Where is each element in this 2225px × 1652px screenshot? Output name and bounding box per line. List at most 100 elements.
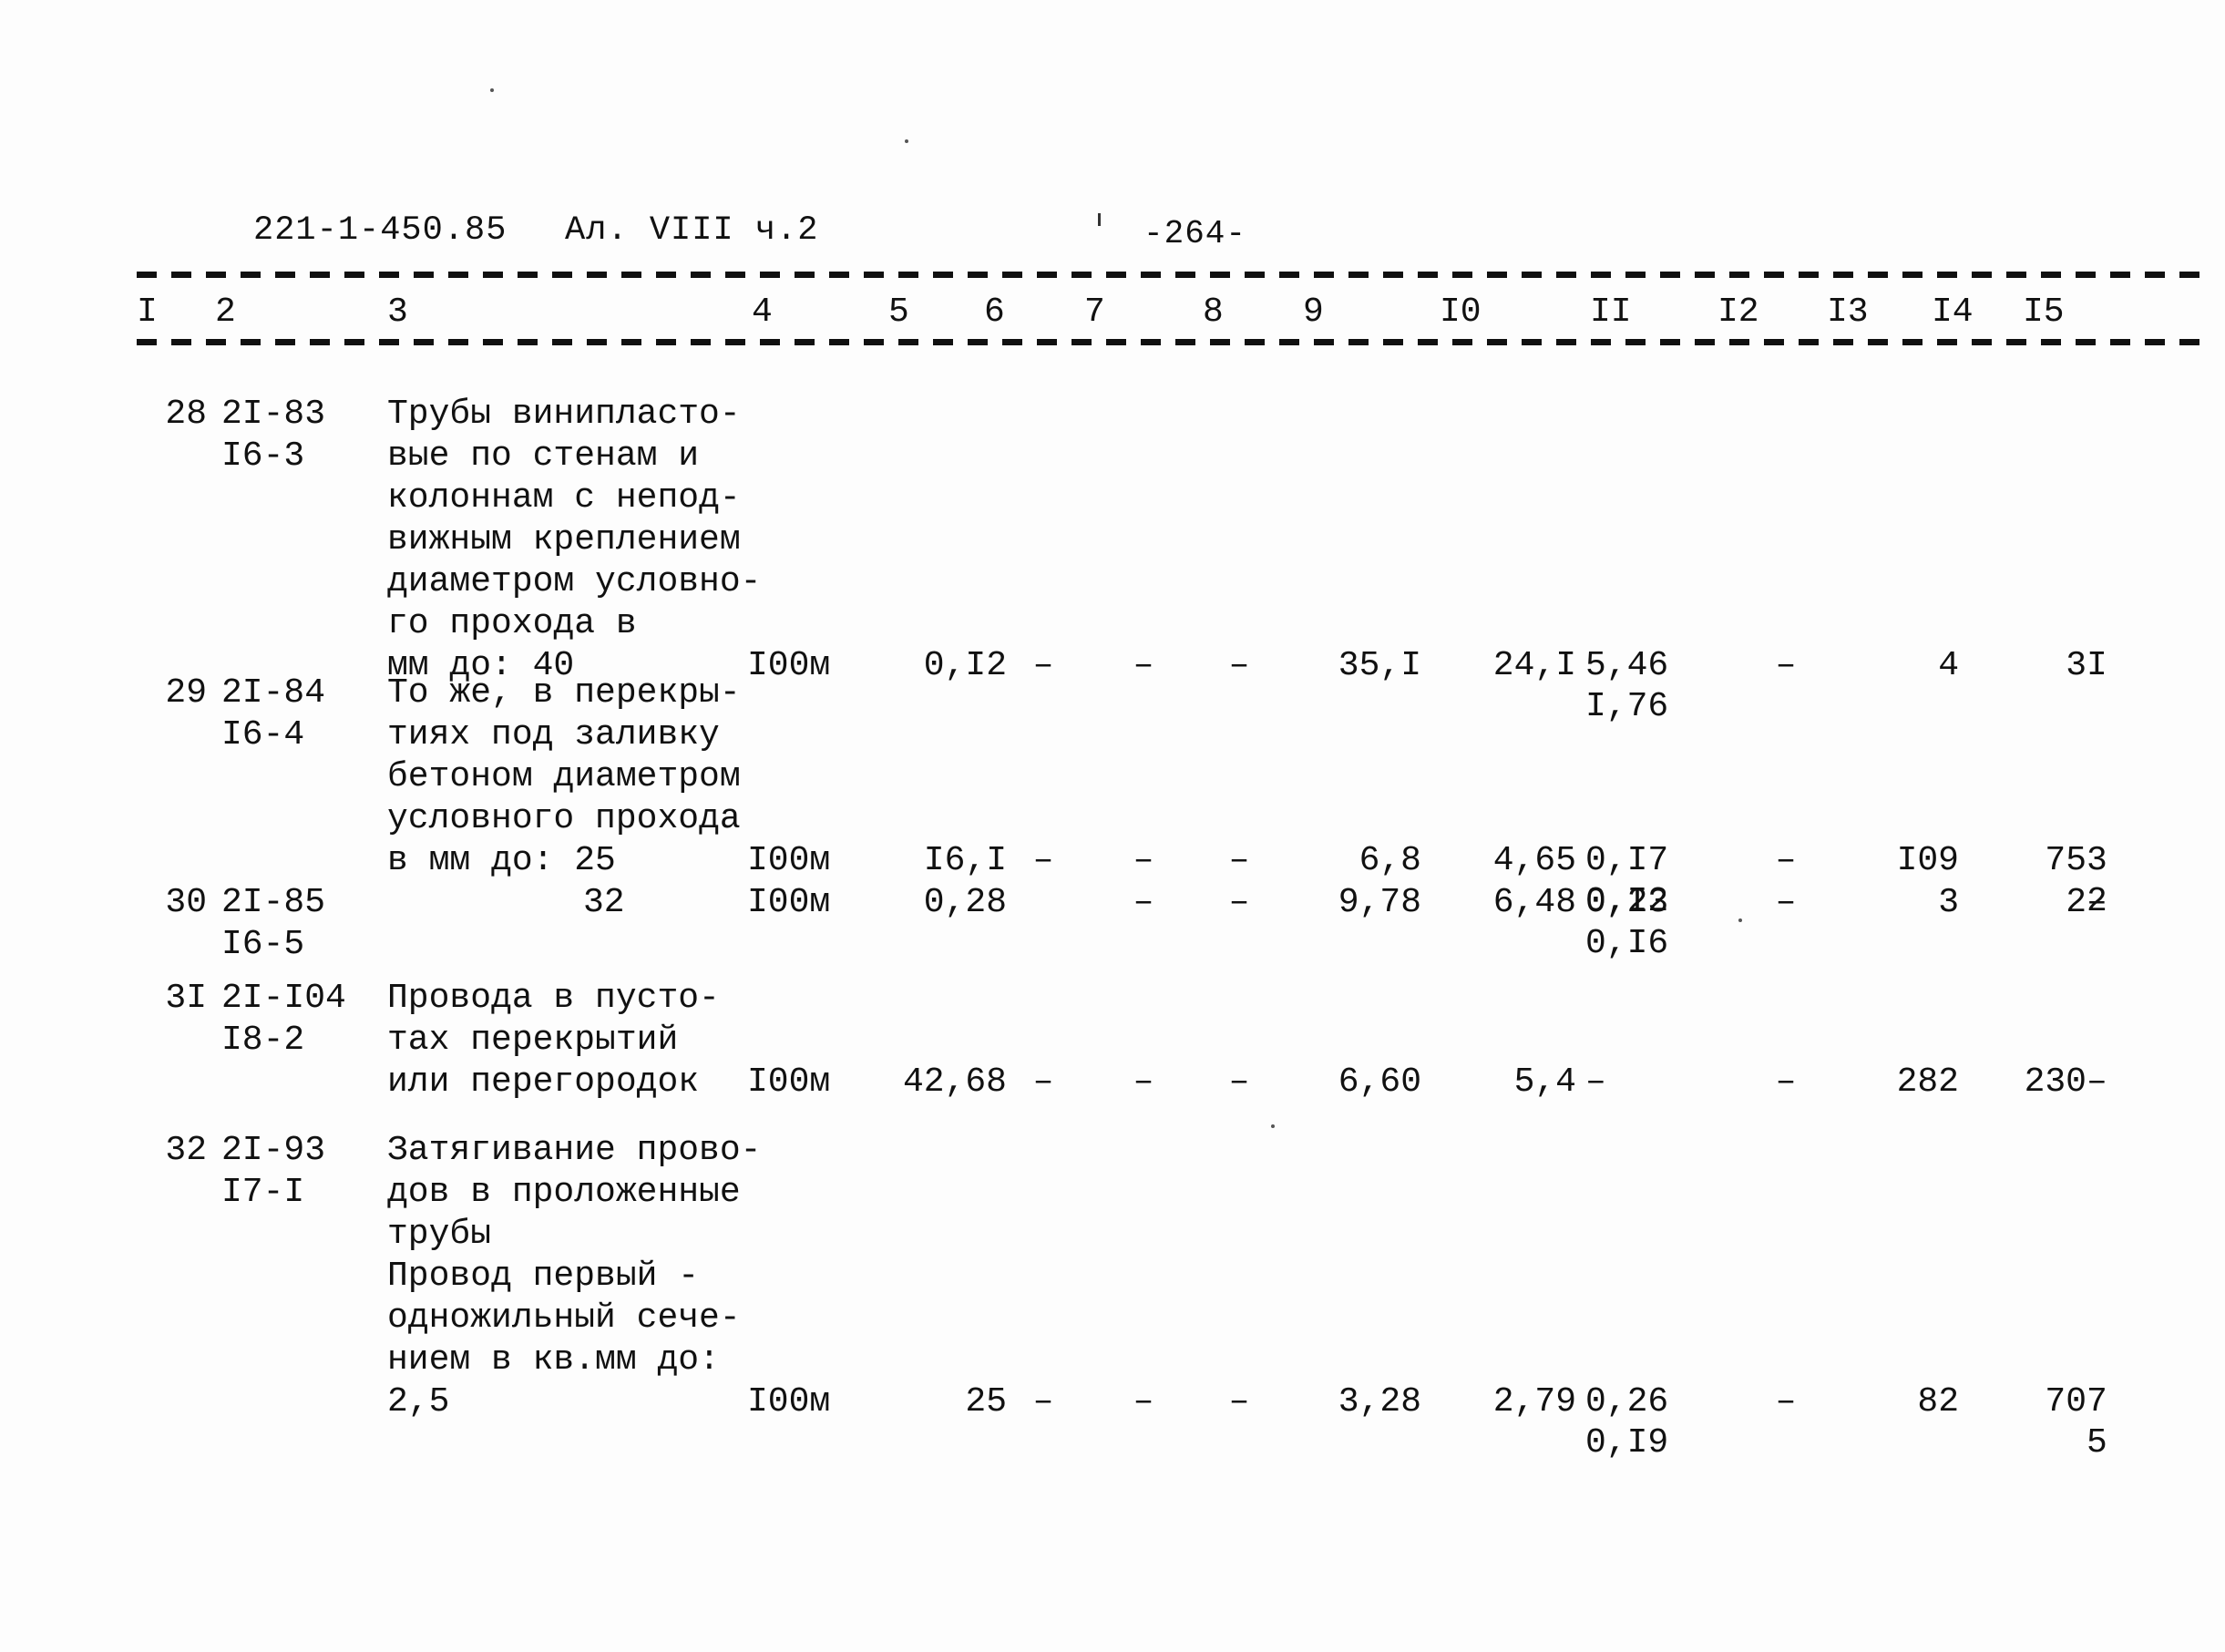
column-header-3: 3 xyxy=(387,292,408,332)
value-col-5: 42,68 xyxy=(902,1062,1007,1102)
column-header-12: I2 xyxy=(1717,292,1759,332)
column-header-4: 4 xyxy=(752,292,773,332)
scanned-page: 221-1-450.85 Ал. VIII ч.2 -264- I 2 3 4 … xyxy=(0,0,2225,1652)
value-col-10: 2,79 xyxy=(1492,1382,1576,1421)
value-col-15-top: I xyxy=(2087,646,2107,685)
work-description: Затягивание прово- дов в проложенные тру… xyxy=(387,1131,762,1421)
column-header-6: 6 xyxy=(984,292,1005,332)
value-col-13: 4 xyxy=(1938,646,1959,685)
value-col-11-top: – xyxy=(1585,1062,1606,1102)
value-col-15-top: 7 xyxy=(2087,1382,2107,1421)
value-col-11-top: 0,I7 xyxy=(1585,841,1669,880)
column-header-5: 5 xyxy=(888,292,909,332)
value-col-6: – xyxy=(1032,841,1054,880)
unit-of-measure: I00м xyxy=(747,841,831,880)
unit-of-measure: I00м xyxy=(747,1382,831,1421)
value-col-15-bottom: 5 xyxy=(2087,1423,2107,1462)
code-line-1: 2I-93 xyxy=(221,1131,326,1170)
document-code: 221-1-450.85 xyxy=(253,211,508,250)
dashed-rule-bottom xyxy=(137,339,2214,345)
scan-speck xyxy=(1738,918,1742,922)
value-col-13: I09 xyxy=(1896,841,1959,880)
column-header-8: 8 xyxy=(1203,292,1224,332)
value-col-6: – xyxy=(1032,646,1054,685)
value-col-5: 0,28 xyxy=(923,883,1007,922)
unit-of-measure: I00м xyxy=(747,1062,831,1102)
code-line-2: I6-5 xyxy=(221,925,305,964)
value-col-7: – xyxy=(1133,883,1154,922)
column-header-9: 9 xyxy=(1303,292,1324,332)
value-col-13: 282 xyxy=(1896,1062,1959,1102)
value-col-13: 82 xyxy=(1917,1382,1959,1421)
row-number: 3I xyxy=(165,979,207,1018)
code-line-2: I6-4 xyxy=(221,715,305,754)
code-line-2: I6-3 xyxy=(221,436,305,476)
value-col-15-top: – xyxy=(2087,883,2107,922)
value-col-11-top: 0,23 xyxy=(1585,883,1669,922)
value-col-14: 2 xyxy=(2066,883,2087,922)
value-col-9: 6,60 xyxy=(1338,1062,1421,1102)
value-col-5: I6,I xyxy=(923,841,1007,880)
column-header-7: 7 xyxy=(1084,292,1105,332)
value-col-9: 35,I xyxy=(1338,646,1421,685)
value-col-8: – xyxy=(1228,1382,1250,1421)
code-line-1: 2I-I04 xyxy=(221,979,346,1018)
code-line-1: 2I-83 xyxy=(221,395,326,434)
row-number: 28 xyxy=(165,395,207,434)
column-header-1: I xyxy=(137,292,158,332)
value-col-10: 6,48 xyxy=(1492,883,1576,922)
row-number: 32 xyxy=(165,1131,207,1170)
page-header: 221-1-450.85 Ал. VIII ч.2 -264- xyxy=(0,211,2225,259)
value-col-14: 75 xyxy=(2045,841,2087,880)
value-col-8: – xyxy=(1228,646,1250,685)
work-description: Трубы винипласто- вые по стенам и колонн… xyxy=(387,395,762,685)
code-line-2: I7-I xyxy=(221,1173,305,1212)
column-header-11: II xyxy=(1590,292,1632,332)
value-col-13: 3 xyxy=(1938,883,1959,922)
code-line-1: 2I-84 xyxy=(221,673,326,713)
value-col-11-bottom: 0,I6 xyxy=(1585,924,1669,963)
row-number: 29 xyxy=(165,673,207,713)
value-col-8: – xyxy=(1228,883,1250,922)
value-col-7: – xyxy=(1133,841,1154,880)
value-col-5: 0,I2 xyxy=(923,646,1007,685)
column-header-14: I4 xyxy=(1932,292,1974,332)
scan-speck xyxy=(490,88,494,92)
value-col-10: 5,4 xyxy=(1513,1062,1576,1102)
page-number: -264- xyxy=(1143,215,1247,252)
value-col-7: – xyxy=(1133,1062,1154,1102)
scan-speck xyxy=(905,139,908,143)
value-col-11-bottom: I,76 xyxy=(1585,687,1669,726)
ink-speck xyxy=(1098,213,1101,226)
value-col-11-top: 5,46 xyxy=(1585,646,1669,685)
value-col-14: 70 xyxy=(2045,1382,2087,1421)
value-col-15-top: – xyxy=(2087,1062,2107,1102)
code-line-1: 2I-85 xyxy=(221,883,326,922)
column-header-15: I5 xyxy=(2023,292,2065,332)
dashed-rule-top xyxy=(137,272,2214,278)
code-line-2: I8-2 xyxy=(221,1021,305,1060)
scan-speck xyxy=(1271,1124,1275,1128)
value-col-11-bottom: 0,I9 xyxy=(1585,1423,1669,1462)
value-col-14: 230 xyxy=(2024,1062,2087,1102)
value-col-5: 25 xyxy=(965,1382,1007,1421)
value-col-14: 3 xyxy=(2066,646,2087,685)
value-col-10: 24,I xyxy=(1492,646,1576,685)
value-col-6: – xyxy=(1032,1062,1054,1102)
value-col-9: 3,28 xyxy=(1338,1382,1421,1421)
value-col-7: – xyxy=(1133,646,1154,685)
value-col-8: – xyxy=(1228,841,1250,880)
album-reference: Ал. VIII ч.2 xyxy=(565,211,819,250)
value-col-11-top: 0,26 xyxy=(1585,1382,1669,1421)
value-col-7: – xyxy=(1133,1382,1154,1421)
value-col-9: 9,78 xyxy=(1338,883,1421,922)
column-header-10: I0 xyxy=(1440,292,1482,332)
row-number: 30 xyxy=(165,883,207,922)
column-header-13: I3 xyxy=(1827,292,1869,332)
work-description: Провода в пусто- тах перекрытий или пере… xyxy=(387,979,720,1102)
unit-of-measure: I00м xyxy=(747,883,831,922)
column-header-2: 2 xyxy=(215,292,236,332)
value-col-10: 4,65 xyxy=(1492,841,1576,880)
work-description: То же, в перекры- тиях под заливку бетон… xyxy=(387,673,741,880)
value-col-9: 6,8 xyxy=(1359,841,1421,880)
